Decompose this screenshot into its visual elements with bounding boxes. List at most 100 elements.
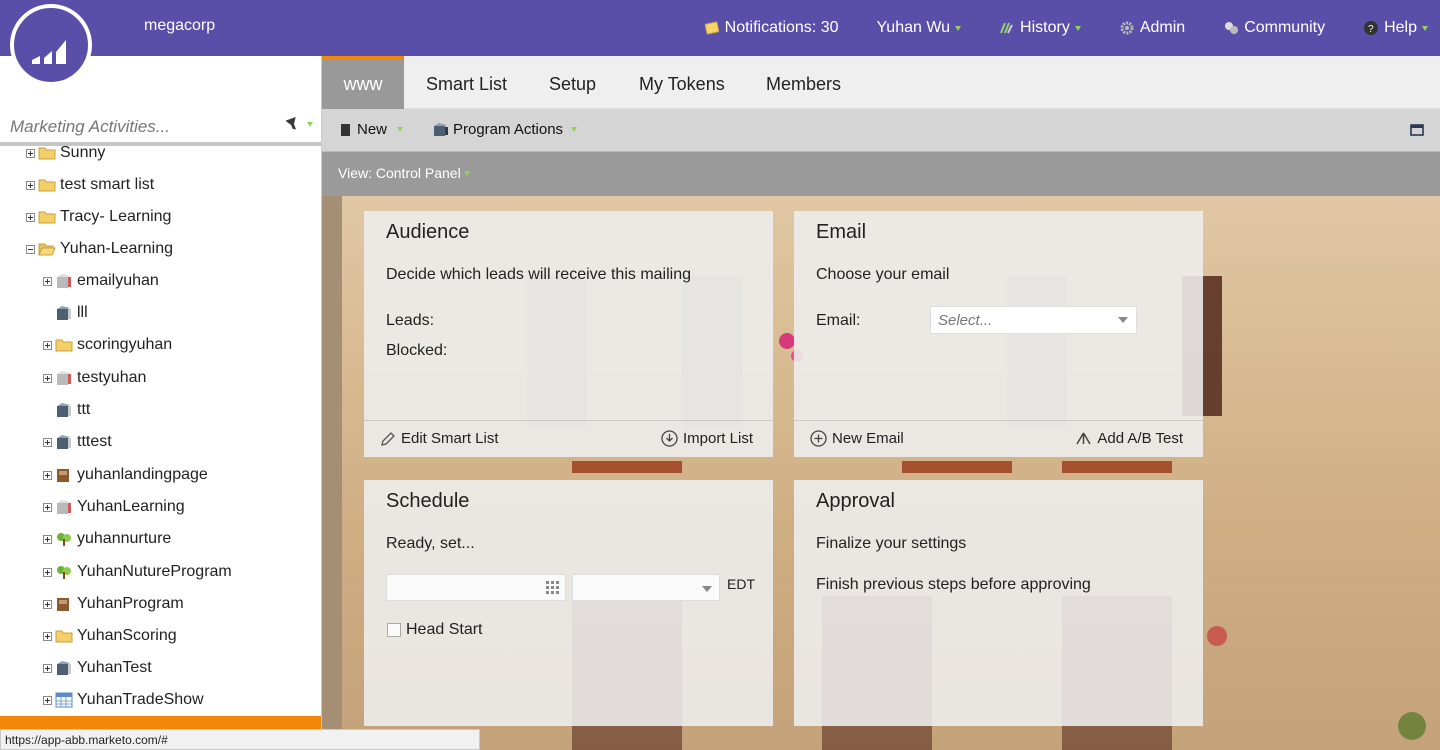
tree-item-label: emailyuhan: [77, 272, 159, 289]
brand-name[interactable]: megacorp: [144, 17, 215, 35]
schedule-date-input[interactable]: [386, 574, 566, 601]
tree-item-label: Sunny: [60, 144, 106, 161]
collapse-icon[interactable]: [26, 244, 35, 254]
tree-item[interactable]: scoringyuhan: [43, 330, 172, 360]
tree-search-input[interactable]: Marketing Activities...: [10, 117, 170, 137]
view-bar: View: Control Panel: [322, 152, 1440, 196]
marketo-logo[interactable]: [10, 4, 92, 86]
email-select-placeholder: Select...: [938, 312, 993, 329]
email-select[interactable]: Select...: [930, 306, 1137, 334]
tab-setup[interactable]: Setup: [549, 56, 596, 109]
tree-item[interactable]: YuhanProgram: [43, 589, 184, 619]
expand-icon[interactable]: [43, 534, 52, 544]
tree-item-label: scoringyuhan: [77, 336, 173, 353]
tree-item-label: YuhanNutureProgram: [77, 563, 232, 580]
admin-link[interactable]: Admin: [1119, 19, 1185, 37]
head-start-checkbox[interactable]: [387, 623, 401, 637]
expand-icon[interactable]: [43, 470, 52, 480]
filter-icon: [286, 116, 297, 130]
tree-item[interactable]: yuhannurture: [43, 524, 171, 554]
chevron-down-icon: [955, 25, 962, 31]
chevron-down-icon: [702, 586, 712, 592]
help-menu[interactable]: ? Help: [1363, 19, 1428, 37]
expand-icon[interactable]: [26, 148, 35, 158]
expand-icon[interactable]: [43, 631, 52, 641]
expand-icon[interactable]: [43, 276, 52, 286]
tree-item[interactable]: Tracy- Learning: [26, 202, 171, 232]
tab-bar: www Smart List Setup My Tokens Members: [322, 56, 1440, 109]
email-program-icon: [55, 660, 73, 676]
approval-desc: Finalize your settings: [816, 535, 967, 552]
head-start-label[interactable]: Head Start: [406, 621, 482, 639]
notification-icon: [704, 21, 719, 35]
email-footer: New Email Add A/B Test: [794, 420, 1203, 457]
new-email-button[interactable]: New Email: [810, 430, 904, 447]
tree-item-label: YuhanTradeShow: [77, 691, 204, 708]
tree-item[interactable]: testyuhan: [43, 363, 146, 393]
user-menu[interactable]: Yuhan Wu: [877, 19, 962, 37]
tree-item[interactable]: YuhanLearning: [43, 492, 185, 522]
community-link[interactable]: Community: [1223, 19, 1325, 37]
new-button[interactable]: New: [340, 121, 404, 138]
email-label: Email:: [816, 312, 861, 329]
tree-item[interactable]: yuhanlandingpage: [43, 460, 208, 490]
tree-item[interactable]: tttest: [43, 427, 112, 457]
tab-members[interactable]: Members: [766, 56, 841, 109]
tree-item-label: tttest: [77, 433, 112, 450]
add-ab-test-button[interactable]: Add A/B Test: [1075, 430, 1183, 447]
email-program-icon: [55, 434, 73, 450]
tree-filter-button[interactable]: [286, 116, 313, 132]
maximize-button[interactable]: [1410, 123, 1424, 137]
expand-icon[interactable]: [43, 373, 52, 383]
expand-icon[interactable]: [43, 502, 52, 512]
history-menu[interactable]: History: [999, 19, 1081, 37]
folder-icon: [55, 628, 73, 644]
expand-icon[interactable]: [26, 180, 35, 190]
expand-icon[interactable]: [43, 437, 52, 447]
tab-smart-list[interactable]: Smart List: [426, 56, 507, 109]
status-url: https://app-abb.marketo.com/#: [0, 729, 480, 750]
tree-item[interactable]: ttt: [43, 395, 90, 425]
email-card: Email Choose your email Email: Select...…: [794, 211, 1203, 457]
email-program-icon: [55, 305, 73, 321]
tab-www[interactable]: www: [322, 56, 404, 109]
email-desc: Choose your email: [816, 266, 950, 283]
tree-item[interactable]: YuhanScoring: [43, 621, 177, 651]
expand-icon[interactable]: [43, 340, 52, 350]
tab-my-tokens[interactable]: My Tokens: [639, 56, 725, 109]
expand-icon[interactable]: [43, 663, 52, 673]
tab-label: Setup: [549, 74, 597, 94]
event-icon: [55, 692, 73, 708]
schedule-time-select[interactable]: [572, 574, 720, 601]
timezone-label: EDT: [727, 576, 755, 592]
tab-label: My Tokens: [639, 74, 725, 94]
notifications-button[interactable]: Notifications: 30: [704, 19, 839, 37]
community-icon: [1225, 22, 1239, 34]
import-list-button[interactable]: Import List: [661, 430, 753, 447]
tree-item[interactable]: Sunny: [26, 138, 105, 168]
tree-item[interactable]: Yuhan-Learning: [26, 234, 173, 264]
expand-icon[interactable]: [26, 212, 35, 222]
tree-item-label: YuhanScoring: [77, 627, 177, 644]
control-panel-canvas: Audience Decide which leads will receive…: [322, 196, 1440, 750]
tree-item[interactable]: YuhanTest: [43, 653, 152, 683]
chevron-down-icon: [397, 127, 404, 132]
landing-page-icon: [55, 596, 73, 612]
approval-note: Finish previous steps before approving: [816, 576, 1091, 593]
view-selector[interactable]: View: Control Panel: [338, 165, 470, 181]
community-label: Community: [1244, 19, 1326, 36]
edit-smart-list-button[interactable]: Edit Smart List: [380, 430, 499, 447]
tree-item[interactable]: emailyuhan: [43, 266, 159, 296]
expand-icon[interactable]: [43, 567, 52, 577]
tree-item[interactable]: lll: [43, 298, 88, 328]
svg-text:?: ?: [1368, 24, 1374, 35]
tree-item[interactable]: test smart list: [26, 170, 154, 200]
expand-icon[interactable]: [43, 599, 52, 609]
program-actions-button[interactable]: Program Actions: [432, 121, 578, 138]
tree-item[interactable]: YuhanTradeShow: [43, 685, 204, 715]
expand-icon[interactable]: [43, 695, 52, 705]
chevron-down-icon: [463, 170, 470, 176]
tab-label: www: [343, 74, 383, 94]
tree-item-label: YuhanProgram: [77, 595, 184, 612]
tree-item[interactable]: YuhanNutureProgram: [43, 557, 232, 587]
